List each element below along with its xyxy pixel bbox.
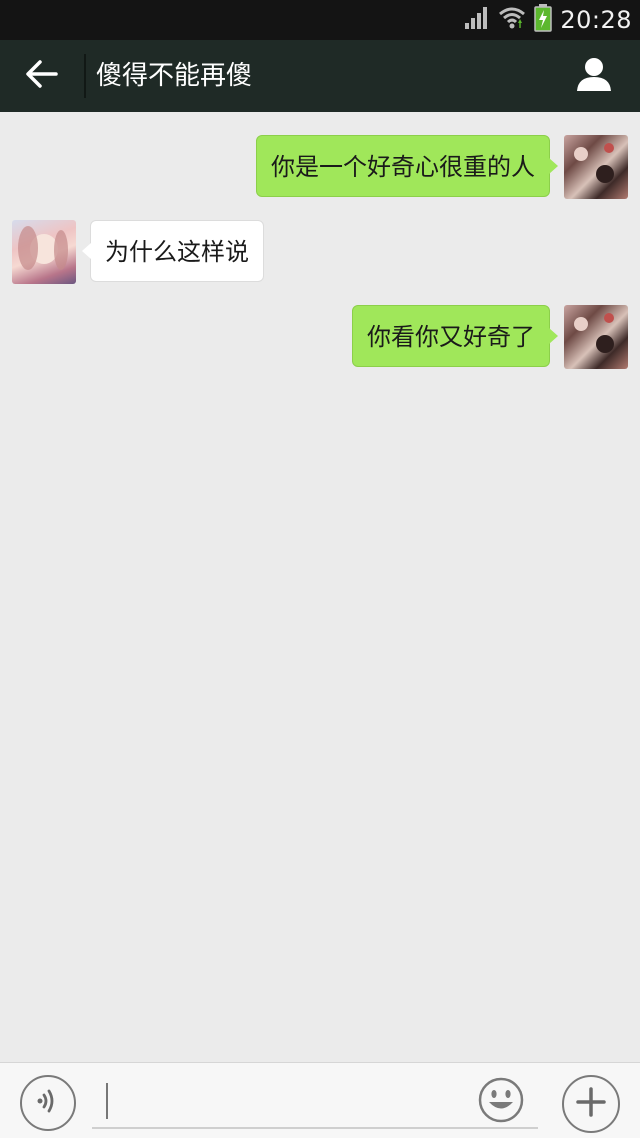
chat-info-button[interactable] [572, 54, 616, 98]
input-bar [0, 1062, 640, 1138]
title-divider [84, 54, 86, 98]
my-avatar[interactable] [564, 135, 628, 199]
plus-icon [575, 1086, 607, 1122]
contact-avatar[interactable] [12, 220, 76, 284]
arrow-left-icon [25, 59, 59, 93]
battery-charging-icon [534, 4, 553, 36]
voice-button[interactable] [20, 1075, 76, 1131]
back-button[interactable] [20, 54, 64, 98]
message-input[interactable] [92, 1077, 538, 1129]
message-bubble-sent[interactable]: 你是一个好奇心很重的人 [256, 135, 558, 197]
text-cursor [106, 1083, 108, 1119]
status-bar: 20:28 [0, 0, 640, 40]
chat-title: 傻得不能再傻 [96, 61, 253, 91]
message-bubble-received[interactable]: 为什么这样说 [82, 220, 264, 282]
person-icon [575, 56, 613, 96]
more-options-button[interactable] [562, 1075, 620, 1133]
wifi-icon [498, 5, 526, 35]
signal-icon [464, 6, 490, 34]
smiley-icon [478, 1077, 524, 1127]
status-time: 20:28 [560, 6, 632, 34]
chat-header: 傻得不能再傻 [0, 40, 640, 112]
emoji-button[interactable] [478, 1077, 524, 1123]
my-avatar[interactable] [564, 305, 628, 369]
voice-icon [33, 1086, 63, 1120]
message-bubble-sent[interactable]: 你看你又好奇了 [352, 305, 558, 367]
status-icons: 20:28 [464, 4, 632, 36]
message-list[interactable]: 你是一个好奇心很重的人 为什么这样说 你看你又好奇了 [0, 112, 640, 1062]
